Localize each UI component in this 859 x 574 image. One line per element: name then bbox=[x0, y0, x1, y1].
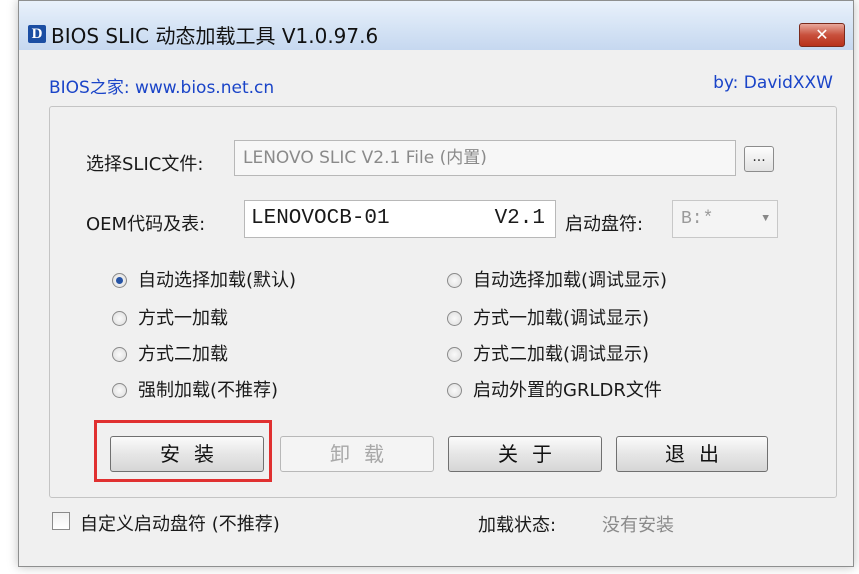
app-logo-icon: D bbox=[28, 25, 46, 43]
author-label: by: DavidXXW bbox=[713, 73, 833, 93]
load-status-label: 加载状态: bbox=[478, 515, 557, 536]
radio-label: 启动外置的GRLDR文件 bbox=[473, 380, 662, 401]
window-title: BIOS SLIC 动态加载工具 V1.0.97.6 bbox=[51, 24, 379, 48]
about-button[interactable]: 关于 bbox=[448, 436, 602, 472]
browse-button[interactable]: ... bbox=[744, 146, 774, 172]
radio-label: 自动选择加载(默认) bbox=[138, 270, 297, 291]
radio-indicator bbox=[112, 311, 127, 326]
oem-code-field[interactable]: LENOVOCB-01 V2.1 bbox=[244, 200, 556, 238]
install-highlight-box bbox=[94, 420, 272, 482]
oem-table-version: V2.1 bbox=[494, 207, 545, 230]
radio-label: 强制加载(不推荐) bbox=[138, 380, 279, 401]
load-status-value: 没有安装 bbox=[602, 515, 674, 536]
slic-file-label: 选择SLIC文件: bbox=[86, 154, 204, 175]
custom-drive-checkbox[interactable] bbox=[52, 512, 70, 530]
custom-drive-label: 自定义启动盘符 (不推荐) bbox=[80, 514, 280, 535]
radio-method-one-debug[interactable]: 方式一加载(调试显示) bbox=[447, 306, 649, 332]
oem-code-value: LENOVOCB-01 bbox=[251, 207, 390, 230]
boot-drive-select[interactable]: B:* ▼ bbox=[672, 200, 778, 238]
radio-indicator bbox=[112, 383, 127, 398]
radio-auto-debug[interactable]: 自动选择加载(调试显示) bbox=[447, 268, 667, 294]
close-button[interactable]: ✕ bbox=[799, 23, 845, 47]
radio-label: 方式二加载(调试显示) bbox=[473, 344, 650, 365]
radio-indicator bbox=[112, 347, 127, 362]
radio-method-two[interactable]: 方式二加载 bbox=[112, 342, 228, 368]
boot-drive-value: B:* bbox=[681, 209, 714, 229]
radio-indicator bbox=[447, 311, 462, 326]
radio-label: 方式一加载(调试显示) bbox=[473, 308, 650, 329]
radio-label: 自动选择加载(调试显示) bbox=[473, 270, 668, 291]
radio-indicator bbox=[447, 273, 462, 288]
radio-label: 方式一加载 bbox=[138, 308, 228, 329]
radio-external-grldr[interactable]: 启动外置的GRLDR文件 bbox=[447, 378, 662, 404]
radio-indicator bbox=[447, 383, 462, 398]
oem-label: OEM代码及表: bbox=[86, 214, 206, 235]
uninstall-button[interactable]: 卸载 bbox=[280, 436, 434, 472]
boot-drive-label: 启动盘符: bbox=[565, 214, 644, 235]
radio-method-two-debug[interactable]: 方式二加载(调试显示) bbox=[447, 342, 649, 368]
radio-indicator bbox=[112, 273, 127, 288]
chevron-down-icon: ▼ bbox=[762, 213, 769, 225]
radio-method-one[interactable]: 方式一加载 bbox=[112, 306, 228, 332]
radio-force-load[interactable]: 强制加载(不推荐) bbox=[112, 378, 278, 404]
home-link[interactable]: BIOS之家: www.bios.net.cn bbox=[49, 73, 274, 98]
title-bar[interactable]: D BIOS SLIC 动态加载工具 V1.0.97.6 ✕ bbox=[19, 1, 853, 50]
radio-label: 方式二加载 bbox=[138, 344, 228, 365]
radio-indicator bbox=[447, 347, 462, 362]
slic-file-field[interactable]: LENOVO SLIC V2.1 File (内置) bbox=[234, 140, 736, 176]
exit-button[interactable]: 退出 bbox=[616, 436, 768, 472]
radio-auto-default[interactable]: 自动选择加载(默认) bbox=[112, 268, 296, 294]
